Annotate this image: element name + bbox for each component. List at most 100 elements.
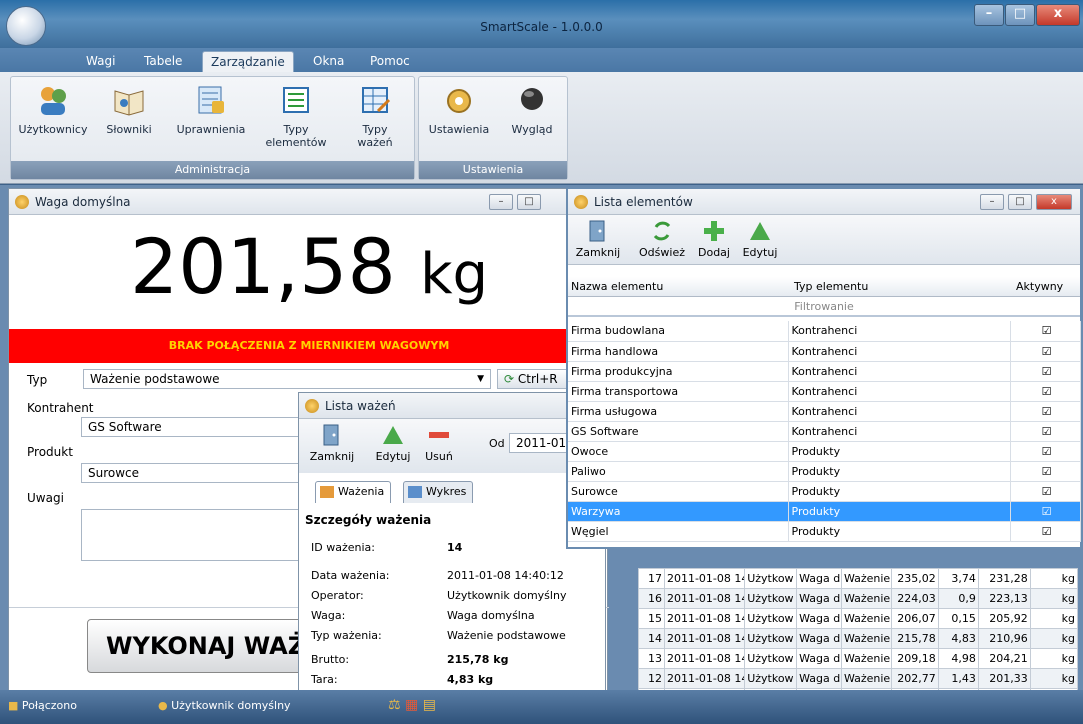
appearance-button[interactable]: Wygląd (503, 83, 561, 136)
active-checkbox[interactable]: ☑ (1010, 461, 1081, 482)
table-row[interactable]: 16 2011-01-08 14: Użytkow Waga d Ważenie 224,… (638, 588, 1079, 609)
table-cell: Surowce (568, 481, 789, 502)
tab-wagi[interactable]: Wagi (78, 51, 123, 72)
weight-unit: kg (420, 242, 489, 307)
active-checkbox[interactable]: ☑ (1010, 481, 1081, 502)
title-bar: SmartScale - 1.0.0.0 – □ x (0, 0, 1083, 48)
triangle-icon (381, 423, 405, 447)
refresh-shortcut-button[interactable]: ⟳ Ctrl+R (497, 369, 577, 389)
table-row[interactable]: 12 2011-01-08 14: Użytkow Waga d Ważenie 202,… (638, 668, 1079, 689)
active-checkbox[interactable]: ☑ (1010, 441, 1081, 462)
column-header-name[interactable]: Nazwa elementu (571, 280, 663, 293)
detail-value: Waga domyślna (447, 609, 535, 622)
filter-row[interactable]: Filtrowanie (568, 297, 1080, 317)
chevron-down-icon: ▼ (477, 374, 484, 384)
table-cell: 12 (638, 668, 665, 689)
tab-wazenia[interactable]: Ważenia (315, 481, 392, 503)
status-icons: ⚖ ▦ ▤ (388, 697, 436, 713)
table-cell: Firma produkcyjna (568, 361, 789, 382)
table-icon: ▤ (422, 697, 436, 713)
active-checkbox[interactable]: ☑ (1010, 361, 1081, 382)
table-cell: Waga d (796, 628, 842, 649)
add-button[interactable]: Dodaj (694, 219, 734, 259)
table-cell: Użytkow (744, 588, 798, 609)
table-cell: 17 (638, 568, 665, 589)
table-row[interactable]: Firma transportowa Kontrahenci ☑ (568, 381, 1081, 402)
refresh-button[interactable]: Odśwież (638, 219, 686, 259)
close-button[interactable]: x (1036, 194, 1072, 210)
table-row[interactable]: 15 2011-01-08 14: Użytkow Waga d Ważenie 206,… (638, 608, 1079, 629)
table-cell: Ważenie (840, 628, 892, 649)
tab-wykres[interactable]: Wykres (403, 481, 474, 503)
active-checkbox[interactable]: ☑ (1010, 321, 1081, 342)
minimize-button[interactable]: – (489, 194, 513, 210)
active-checkbox[interactable]: ☑ (1010, 381, 1081, 402)
tab-zarzadzanie[interactable]: Zarządzanie (202, 51, 294, 72)
permissions-button[interactable]: Uprawnienia (163, 83, 259, 136)
active-checkbox[interactable]: ☑ (1010, 401, 1081, 422)
close-list-button[interactable]: Zamknij (305, 423, 359, 463)
table-cell: GS Software (568, 421, 789, 442)
table-cell: Ważenie (840, 568, 892, 589)
table-cell: Użytkow (744, 608, 798, 629)
active-checkbox[interactable]: ☑ (1010, 501, 1081, 522)
table-row[interactable]: Węgiel Produkty ☑ (568, 521, 1081, 542)
table-row[interactable]: Warzywa Produkty ☑ (568, 501, 1081, 522)
maximize-button[interactable]: □ (517, 194, 541, 210)
table-row[interactable]: 14 2011-01-08 14: Użytkow Waga d Ważenie 215,… (638, 628, 1079, 649)
table-cell: Waga d (796, 588, 842, 609)
column-header-type[interactable]: Typ elementu (794, 280, 868, 293)
table-cell: kg (1029, 628, 1079, 649)
maximize-button[interactable]: □ (1005, 4, 1035, 26)
table-cell: 1,43 (937, 668, 979, 689)
close-button[interactable]: x (1036, 4, 1080, 26)
table-cell: 215,78 (890, 628, 939, 649)
minus-icon (427, 423, 451, 447)
weighing-types-button[interactable]: Typy ważeń (345, 83, 405, 149)
minimize-button[interactable]: – (974, 4, 1004, 26)
table-row[interactable]: Owoce Produkty ☑ (568, 441, 1081, 462)
element-types-button[interactable]: Typy elementów (261, 83, 331, 149)
delete-button[interactable]: Usuń (419, 423, 459, 463)
table-cell: 2011-01-08 14: (663, 588, 746, 609)
tab-okna[interactable]: Okna (305, 51, 352, 72)
table-row[interactable]: 13 2011-01-08 14: Użytkow Waga d Ważenie 209,… (638, 648, 1079, 669)
weighings-table[interactable]: 17 2011-01-08 14: Użytkow Waga d Ważenie 235,… (638, 568, 1079, 709)
edit-button[interactable]: Edytuj (371, 423, 415, 463)
close-list-button[interactable]: Zamknij (574, 219, 622, 259)
table-cell: kg (1029, 668, 1079, 689)
ribbon: Użytkownicy Słowniki Uprawnienia Typy el… (0, 72, 1083, 184)
table-row[interactable]: Firma usługowa Kontrahenci ☑ (568, 401, 1081, 422)
tab-tabele[interactable]: Tabele (136, 51, 190, 72)
table-row[interactable]: 17 2011-01-08 14: Użytkow Waga d Ważenie 235,… (638, 568, 1079, 589)
active-checkbox[interactable]: ☑ (1010, 521, 1081, 542)
toolbar: Zamknij Odśwież Dodaj Edytuj (568, 215, 1080, 265)
typ-select[interactable]: Ważenie podstawowe ▼ (83, 369, 491, 389)
active-checkbox[interactable]: ☑ (1010, 421, 1081, 442)
ball-icon (515, 83, 549, 117)
settings-button[interactable]: Ustawienia (425, 83, 493, 136)
refresh-icon: ⟳ (504, 372, 518, 386)
window-title-bar: Lista elementów – □ x (568, 189, 1080, 215)
scale-icon (574, 195, 588, 209)
table-row[interactable]: Paliwo Produkty ☑ (568, 461, 1081, 482)
table-cell: 16 (638, 588, 665, 609)
column-header-active[interactable]: Aktywny (1016, 280, 1063, 293)
tab-pomoc[interactable]: Pomoc (362, 51, 418, 72)
table-row[interactable]: Surowce Produkty ☑ (568, 481, 1081, 502)
table-cell: 0,15 (937, 608, 979, 629)
table-cell: Waga d (796, 568, 842, 589)
users-button[interactable]: Użytkownicy (15, 83, 91, 136)
table-row[interactable]: Firma produkcyjna Kontrahenci ☑ (568, 361, 1081, 382)
table-icon (320, 486, 334, 498)
active-checkbox[interactable]: ☑ (1010, 341, 1081, 362)
table-row[interactable]: GS Software Kontrahenci ☑ (568, 421, 1081, 442)
maximize-button[interactable]: □ (1008, 194, 1032, 210)
edit-button[interactable]: Edytuj (738, 219, 782, 259)
dictionaries-button[interactable]: Słowniki (99, 83, 159, 136)
table-row[interactable]: Firma budowlana Kontrahenci ☑ (568, 321, 1081, 342)
minimize-button[interactable]: – (980, 194, 1004, 210)
refresh-icon (650, 219, 674, 243)
table-row[interactable]: Firma handlowa Kontrahenci ☑ (568, 341, 1081, 362)
elements-table[interactable]: Firma budowlana Kontrahenci ☑ Firma handlow… (568, 321, 1081, 542)
